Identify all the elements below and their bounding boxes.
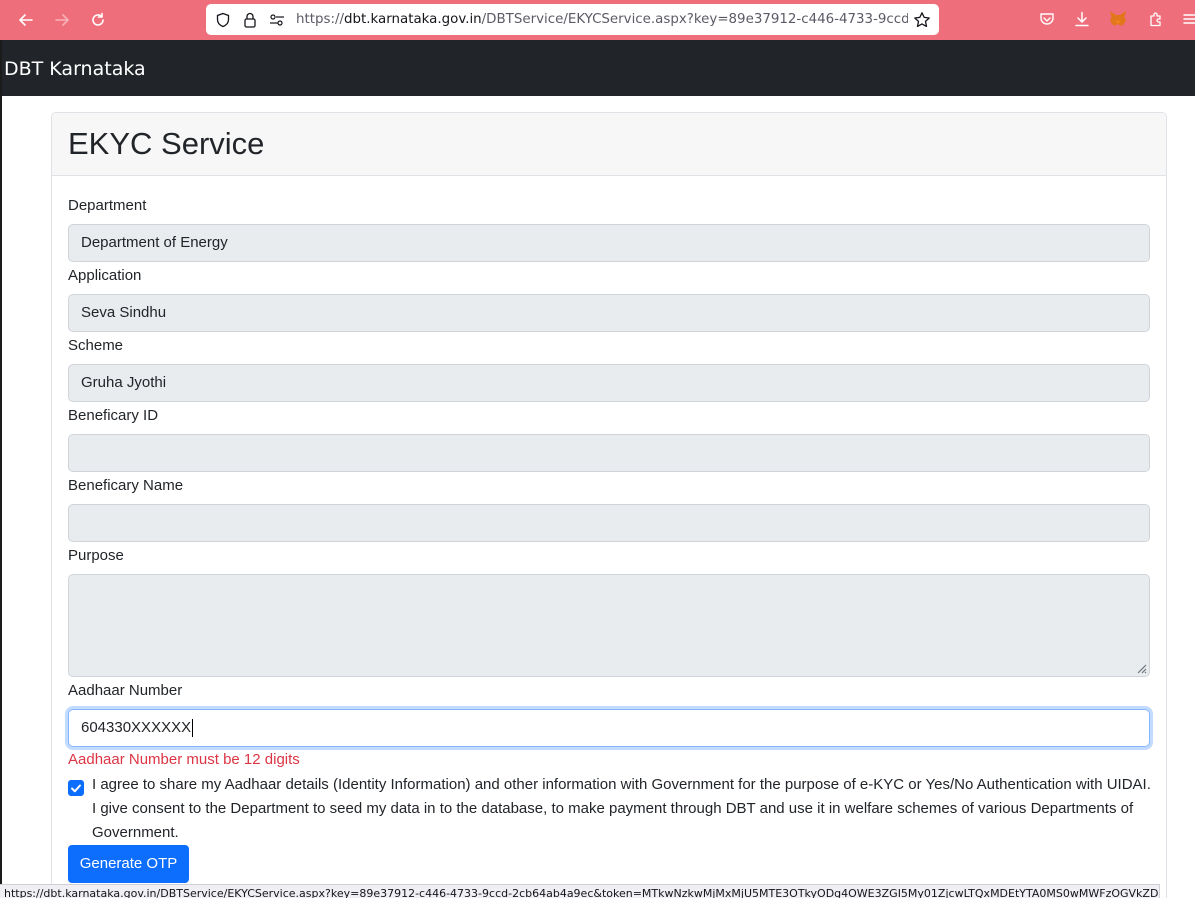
generate-otp-button[interactable]: Generate OTP — [68, 845, 189, 883]
aadhaar-error-message: Aadhaar Number must be 12 digits — [68, 751, 300, 768]
aadhaar-value: 604330XXXXXX — [81, 719, 192, 736]
url-text[interactable]: https://dbt.karnataka.gov.in/DBTService/… — [296, 11, 908, 29]
url-prefix: https:// — [296, 12, 344, 27]
address-bar[interactable]: https://dbt.karnataka.gov.in/DBTService/… — [206, 4, 939, 35]
consent-text[interactable]: I agree to share my Aadhaar details (Ide… — [92, 773, 1152, 845]
status-bar-link-preview: https://dbt.karnataka.gov.in/DBTService/… — [0, 884, 1160, 898]
consent-checkbox[interactable] — [68, 780, 84, 796]
window-edge — [0, 40, 2, 898]
department-label: Department — [68, 197, 147, 214]
permissions-icon[interactable] — [268, 11, 286, 29]
beneficiary-name-label: Beneficary Name — [68, 477, 184, 494]
checkmark-icon — [71, 784, 81, 793]
url-host: dbt.karnataka.gov.in — [344, 12, 482, 27]
back-arrow-icon[interactable] — [14, 8, 38, 32]
shield-icon[interactable] — [214, 11, 232, 29]
page-title: EKYC Service — [68, 126, 265, 161]
url-path: /DBTService/EKYCService.aspx?key=89e3791… — [481, 12, 908, 27]
lock-icon[interactable] — [241, 11, 259, 29]
forward-arrow-icon[interactable] — [50, 8, 74, 32]
card-header: EKYC Service — [52, 113, 1166, 176]
department-field[interactable]: Department of Energy — [68, 224, 1150, 262]
download-icon[interactable] — [1072, 9, 1092, 29]
browser-toolbar: https://dbt.karnataka.gov.in/DBTService/… — [0, 0, 1195, 40]
application-field[interactable]: Seva Sindhu — [68, 294, 1150, 332]
application-label: Application — [68, 267, 142, 284]
purpose-textarea[interactable] — [68, 574, 1150, 677]
aadhaar-input[interactable]: 604330XXXXXX — [68, 709, 1150, 747]
site-navbar: DBT Karnataka — [2, 40, 1195, 96]
bookmark-star-icon[interactable] — [913, 11, 931, 29]
menu-icon[interactable] — [1180, 9, 1195, 29]
extensions-icon[interactable] — [1146, 9, 1166, 29]
resize-grip-icon[interactable] — [1135, 662, 1147, 674]
beneficiary-name-field[interactable] — [68, 504, 1150, 542]
reload-icon[interactable] — [86, 8, 110, 32]
metamask-fox-icon[interactable] — [1108, 9, 1128, 29]
pocket-icon[interactable] — [1037, 9, 1057, 29]
beneficiary-id-label: Beneficary ID — [68, 407, 159, 424]
text-caret — [192, 719, 194, 738]
brand-link[interactable]: DBT Karnataka — [4, 57, 146, 81]
scheme-field[interactable]: Gruha Jyothi — [68, 364, 1150, 402]
purpose-label: Purpose — [68, 547, 124, 564]
scheme-label: Scheme — [68, 337, 124, 354]
aadhaar-label: Aadhaar Number — [68, 682, 183, 699]
beneficiary-id-field[interactable] — [68, 434, 1150, 472]
